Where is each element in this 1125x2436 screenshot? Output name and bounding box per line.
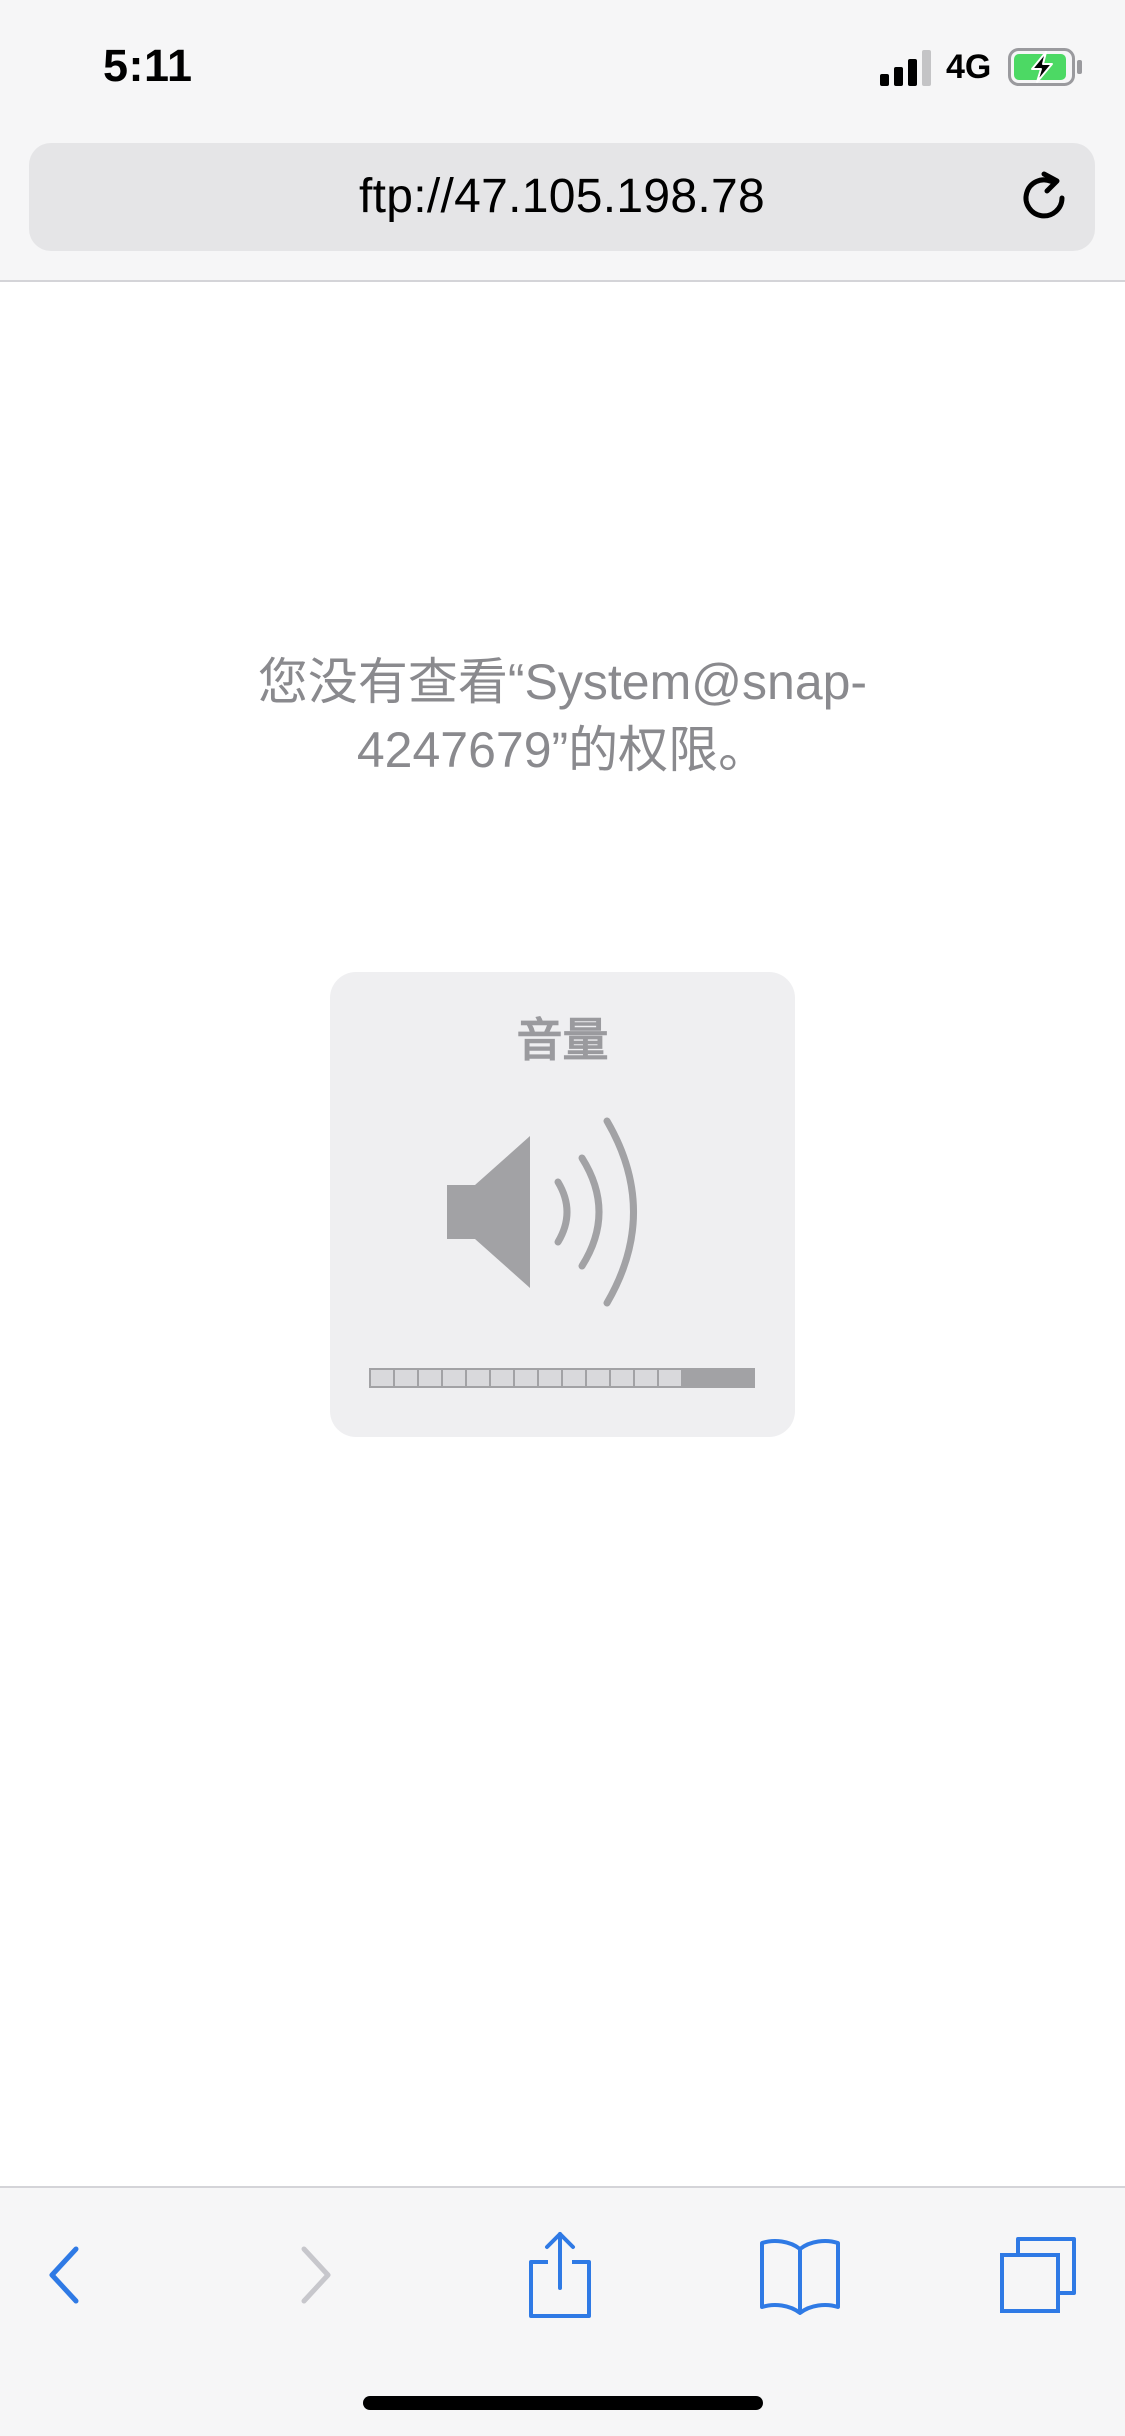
volume-segment	[659, 1370, 681, 1386]
volume-hud: 音量	[330, 972, 795, 1437]
volume-segment	[611, 1370, 633, 1386]
share-icon	[529, 2232, 591, 2318]
url-text[interactable]: ftp://47.105.198.78	[29, 143, 1095, 251]
address-bar[interactable]: ftp://47.105.198.78	[29, 143, 1095, 251]
volume-segment	[371, 1370, 393, 1386]
volume-segment	[707, 1370, 729, 1386]
volume-hud-title: 音量	[516, 1014, 609, 1066]
battery-charging-icon	[1008, 48, 1082, 86]
chevron-left-icon	[49, 2246, 79, 2304]
speaker-volume-icon	[447, 1117, 637, 1307]
home-indicator[interactable]	[363, 2396, 763, 2410]
back-button[interactable]	[20, 2230, 110, 2320]
status-time: 5:11	[103, 40, 193, 91]
volume-segment	[443, 1370, 465, 1386]
volume-segment	[515, 1370, 537, 1386]
chevron-right-icon	[301, 2246, 331, 2304]
share-button[interactable]	[515, 2230, 605, 2320]
volume-segment	[395, 1370, 417, 1386]
volume-segment	[731, 1370, 753, 1386]
tabs-icon	[1000, 2237, 1076, 2313]
error-message-line-2: 4247679”的权限。	[356, 722, 769, 778]
forward-button[interactable]	[270, 2230, 360, 2320]
error-message-line-1: 您没有查看“System@snap-	[257, 654, 868, 710]
volume-segment	[563, 1370, 585, 1386]
browser-top-bar: 5:11 4G ftp://47.105.198.78	[0, 0, 1125, 282]
bookmarks-button[interactable]	[755, 2230, 845, 2320]
volume-segment	[683, 1370, 705, 1386]
tabs-button[interactable]	[993, 2230, 1083, 2320]
volume-segment	[587, 1370, 609, 1386]
status-bar: 5:11 4G	[0, 0, 1125, 132]
cellular-signal-icon	[880, 50, 931, 86]
volume-segment	[419, 1370, 441, 1386]
volume-level-bar	[369, 1368, 755, 1388]
reload-icon[interactable]	[1014, 167, 1076, 229]
volume-segment	[467, 1370, 489, 1386]
network-type-label: 4G	[946, 48, 992, 86]
volume-segment	[491, 1370, 513, 1386]
volume-segment	[635, 1370, 657, 1386]
book-icon	[760, 2239, 840, 2315]
permission-error-message: 您没有查看“System@snap- 4247679”的权限。	[200, 648, 925, 784]
volume-segment	[539, 1370, 561, 1386]
